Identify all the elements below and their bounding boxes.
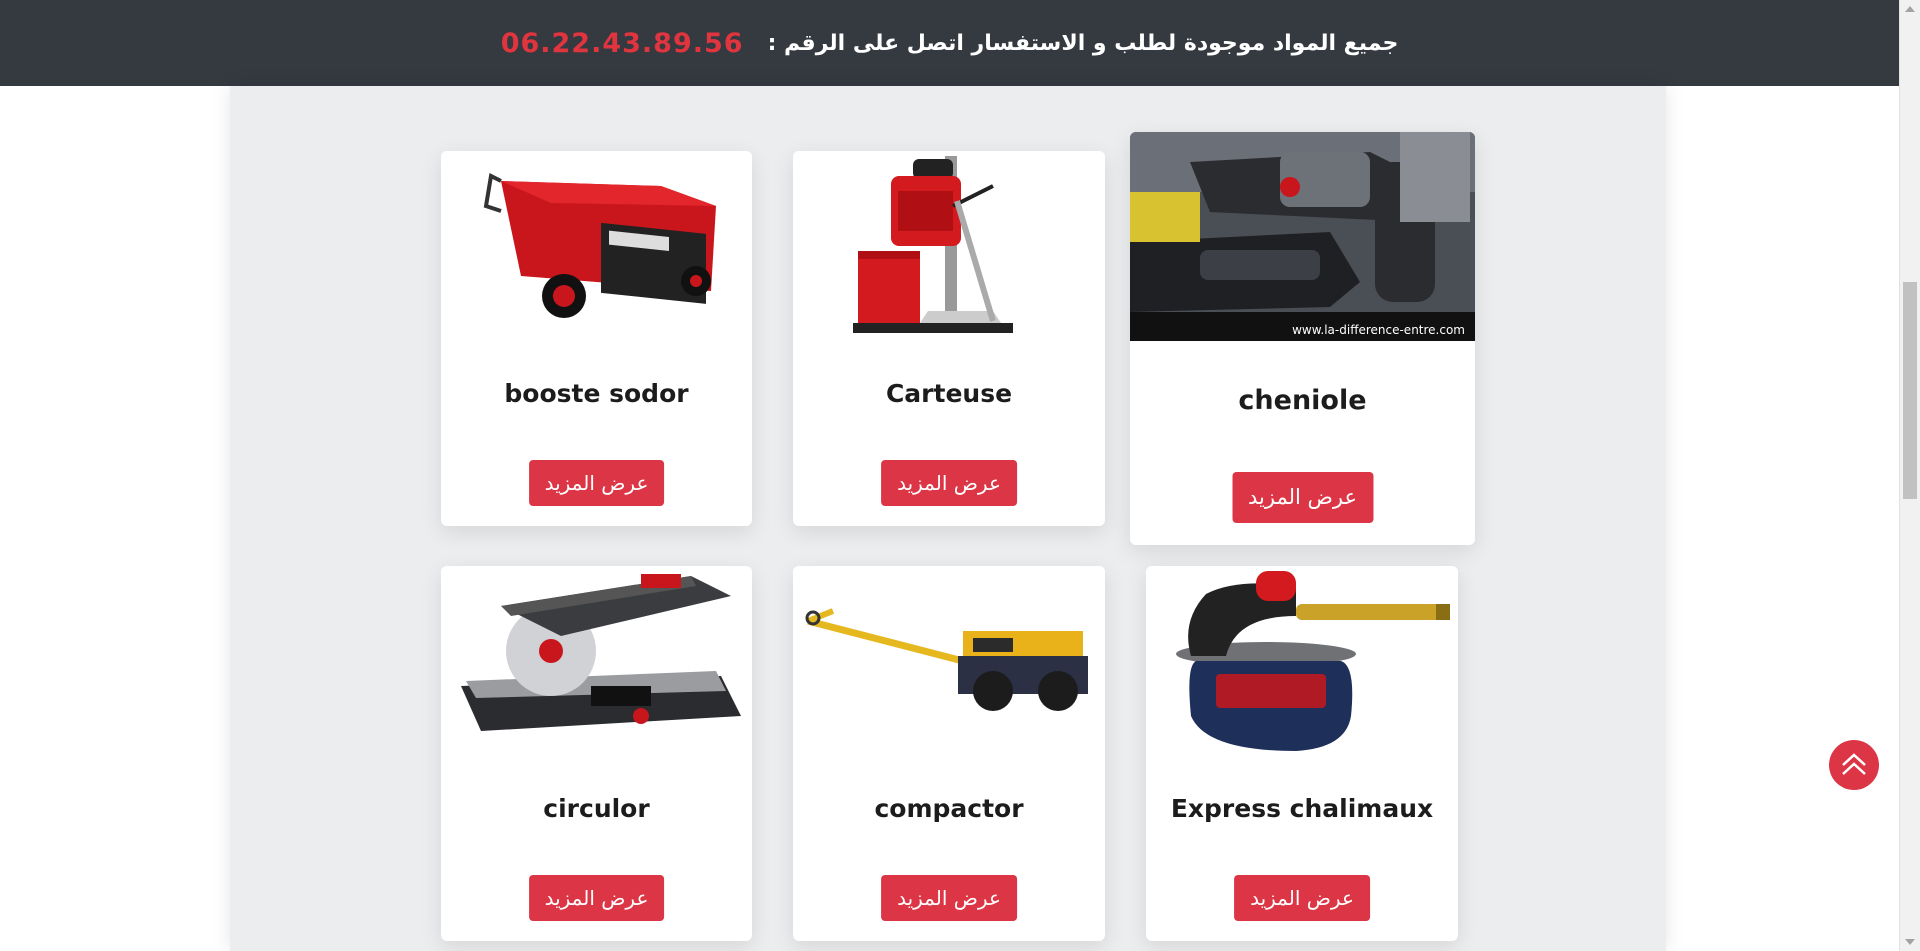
product-card: www.la-difference-entre.com cheniole عرض… bbox=[1130, 132, 1475, 545]
roller-compactor-icon[interactable] bbox=[793, 566, 1105, 756]
view-more-button[interactable]: عرض المزيد bbox=[528, 875, 665, 921]
product-title: cheniole bbox=[1238, 385, 1367, 416]
top-announcement-bar: جميع المواد موجودة لطلب و الاستفسار اتصل… bbox=[0, 0, 1899, 86]
scroll-up-arrow-icon[interactable] bbox=[1905, 6, 1915, 12]
view-more-button[interactable]: عرض المزيد bbox=[881, 460, 1017, 506]
view-more-button[interactable]: عرض المزيد bbox=[1234, 875, 1370, 921]
scrollbar-thumb[interactable] bbox=[1903, 282, 1917, 499]
power-drills-photo[interactable]: www.la-difference-entre.com bbox=[1130, 132, 1475, 341]
watermark-text: www.la-difference-entre.com bbox=[1292, 323, 1465, 337]
product-card: booste sodor عرض المزيد bbox=[441, 151, 752, 526]
view-more-button[interactable]: عرض المزيد bbox=[1231, 472, 1374, 523]
welder-icon[interactable] bbox=[441, 151, 752, 341]
product-title: Express chalimaux bbox=[1170, 794, 1434, 823]
double-chevron-up-icon bbox=[1842, 753, 1866, 775]
view-more-button[interactable]: عرض المزيد bbox=[528, 460, 665, 506]
product-card: Carteuse عرض المزيد bbox=[793, 151, 1105, 526]
page-scrollbar[interactable] bbox=[1899, 0, 1920, 951]
view-more-button[interactable]: عرض المزيد bbox=[881, 875, 1017, 921]
scroll-to-top-button[interactable] bbox=[1829, 740, 1879, 790]
scroll-down-arrow-icon[interactable] bbox=[1905, 939, 1915, 945]
core-drill-icon[interactable] bbox=[793, 151, 1105, 341]
product-title: booste sodor bbox=[504, 379, 689, 408]
product-card: compactor عرض المزيد bbox=[793, 566, 1105, 941]
product-section: booste sodor عرض المزيد Carteuse عرض الم… bbox=[230, 86, 1666, 951]
product-card: circulor عرض المزيد bbox=[441, 566, 752, 941]
phone-number[interactable]: 06.22.43.89.56 bbox=[501, 28, 744, 59]
announcement-text: جميع المواد موجودة لطلب و الاستفسار اتصل… bbox=[767, 30, 1399, 56]
product-card: Express chalimaux عرض المزيد bbox=[1146, 566, 1458, 941]
product-title: circulor bbox=[543, 794, 650, 823]
product-title: Carteuse bbox=[885, 379, 1013, 408]
product-title: compactor bbox=[874, 794, 1024, 823]
miter-saw-icon[interactable] bbox=[441, 566, 752, 756]
gas-torch-icon[interactable] bbox=[1146, 566, 1458, 756]
